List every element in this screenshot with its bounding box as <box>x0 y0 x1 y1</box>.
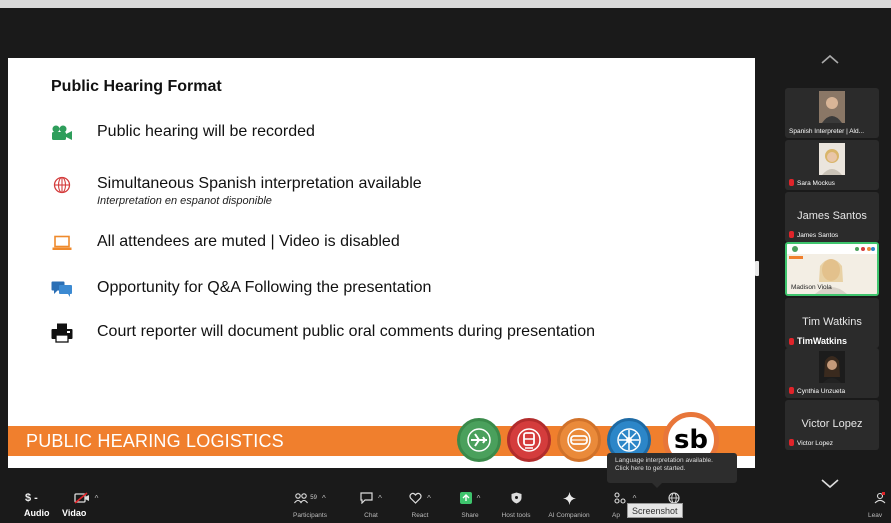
screenshot-label: Screenshot <box>627 503 683 518</box>
chat-icon: ^ <box>356 488 386 508</box>
chat-button[interactable]: ^ Chat <box>356 488 386 519</box>
host-tools-label: Host tools <box>501 512 531 519</box>
laptop-icon <box>51 232 73 254</box>
bullet-text: Opportunity for Q&A Following the presen… <box>97 279 432 296</box>
bullet-interpretation: Simultaneous Spanish interpretation avai… <box>51 174 422 208</box>
bullet-text: Simultaneous Spanish interpretation avai… <box>97 175 422 192</box>
participant-name: TimWatkins <box>789 336 847 346</box>
chat-label: Chat <box>364 512 378 519</box>
react-button[interactable]: ^ React <box>405 488 435 519</box>
participant-name: Cynthia Unzueta <box>789 387 845 395</box>
bullet-court-reporter: Court reporter will document public oral… <box>51 322 595 344</box>
printer-icon <box>51 322 73 344</box>
video-camera-icon <box>51 122 73 144</box>
shared-slide: Public Hearing Format Public hearing wil… <box>8 58 755 468</box>
panel-resize-handle[interactable] <box>755 261 759 276</box>
muted-mic-icon <box>789 231 794 238</box>
audio-icon: $ - <box>25 492 38 504</box>
chevron-up-icon[interactable] <box>818 52 842 66</box>
participant-tile[interactable]: Tim Watkins TimWatkins <box>785 298 879 348</box>
participant-tile-active-speaker[interactable]: Madison Viola <box>785 242 879 296</box>
participant-display-name: Tim Watkins <box>802 316 862 328</box>
bullet-text: Court reporter will document public oral… <box>97 323 596 340</box>
bullet-subtext: Interpretation en espanot disponible <box>97 195 272 207</box>
video-off-icon: ^ <box>62 488 110 508</box>
audio-button[interactable]: $ - Audio <box>18 488 50 518</box>
participant-name: James Santos <box>789 231 838 239</box>
chevron-up-icon[interactable]: ^ <box>633 494 637 503</box>
participant-display-name: Victor Lopez <box>801 418 863 430</box>
share-screen-icon: ^ <box>454 488 486 508</box>
participant-display-name: James Santos <box>797 210 867 222</box>
participant-tile[interactable]: Victor Lopez Victor Lopez <box>785 400 879 450</box>
participant-video <box>819 143 845 175</box>
bus-logo-icon <box>557 418 601 462</box>
bullet-qa: Opportunity for Q&A Following the presen… <box>51 278 431 300</box>
share-button[interactable]: ^ Share <box>454 488 486 519</box>
chevron-up-icon[interactable]: ^ <box>95 494 99 503</box>
airplane-logo-icon <box>457 418 501 462</box>
video-label: Vidao <box>62 508 87 518</box>
share-label: Share <box>461 512 479 519</box>
participants-button[interactable]: 59 ^ Participants <box>283 488 337 519</box>
tooltip-line: Language interpretation available. <box>615 457 713 464</box>
meeting-window: Public Hearing Format Public hearing wil… <box>0 0 891 523</box>
language-interpretation-tooltip[interactable]: Language interpretation available. Click… <box>607 453 737 483</box>
chevron-up-icon[interactable]: ^ <box>477 494 481 503</box>
ai-companion-label: AI Companion <box>548 512 590 519</box>
video-button[interactable]: ^ Vidao <box>62 488 110 518</box>
muted-mic-icon <box>789 179 794 186</box>
sb-logo-text: sb <box>673 425 709 455</box>
participants-icon: 59 ^ <box>283 488 337 508</box>
leave-label: Leav <box>868 512 883 519</box>
chevron-up-icon[interactable]: ^ <box>427 494 431 503</box>
participants-label: Participants <box>293 512 327 519</box>
tooltip-line: Click here to get started. <box>615 465 686 472</box>
shield-icon <box>499 488 533 508</box>
participant-name: Sara Mockus <box>789 179 835 187</box>
participant-video <box>819 91 845 123</box>
leave-button[interactable]: Leav <box>868 488 891 519</box>
bullet-text: All attendees are muted | Video is disab… <box>97 233 400 250</box>
muted-mic-icon <box>789 439 794 446</box>
heart-icon: ^ <box>405 488 435 508</box>
banner-text: PUBLIC HEARING LOGISTICS <box>26 431 284 451</box>
participant-tile[interactable]: Spanish Interpreter | Ald... <box>785 88 879 138</box>
meeting-toolbar: $ - Audio ^ Vidao 59 ^ Participants ^ Ch… <box>0 488 891 523</box>
chevron-up-icon[interactable]: ^ <box>322 494 326 503</box>
participant-tile[interactable]: James Santos James Santos <box>785 192 879 242</box>
sparkle-icon <box>543 488 595 508</box>
participants-count: 59 <box>310 495 317 501</box>
chat-bubbles-icon <box>51 278 73 300</box>
muted-mic-icon <box>789 387 794 394</box>
muted-mic-icon <box>789 338 794 345</box>
participant-tile[interactable]: Sara Mockus <box>785 140 879 190</box>
host-tools-button[interactable]: Host tools <box>499 488 533 519</box>
participant-tile[interactable]: Cynthia Unzueta <box>785 348 879 398</box>
participant-video <box>819 351 845 383</box>
train-logo-icon <box>507 418 551 462</box>
audio-label: Audio <box>24 508 50 518</box>
globe-icon <box>51 174 73 196</box>
bullet-text: Public hearing will be recorded <box>97 123 315 140</box>
ai-companion-button[interactable]: AI Companion <box>543 488 595 519</box>
chevron-up-icon[interactable]: ^ <box>378 494 382 503</box>
participant-name: Victor Lopez <box>789 439 833 447</box>
slide-title: Public Hearing Format <box>51 78 222 95</box>
participant-name: Spanish Interpreter | Ald... <box>789 128 865 135</box>
bullet-recorded: Public hearing will be recorded <box>51 122 315 144</box>
leave-icon <box>868 488 891 508</box>
react-label: React <box>411 512 429 519</box>
bullet-muted: All attendees are muted | Video is disab… <box>51 232 400 254</box>
participant-name: Madison Viola <box>791 284 832 291</box>
